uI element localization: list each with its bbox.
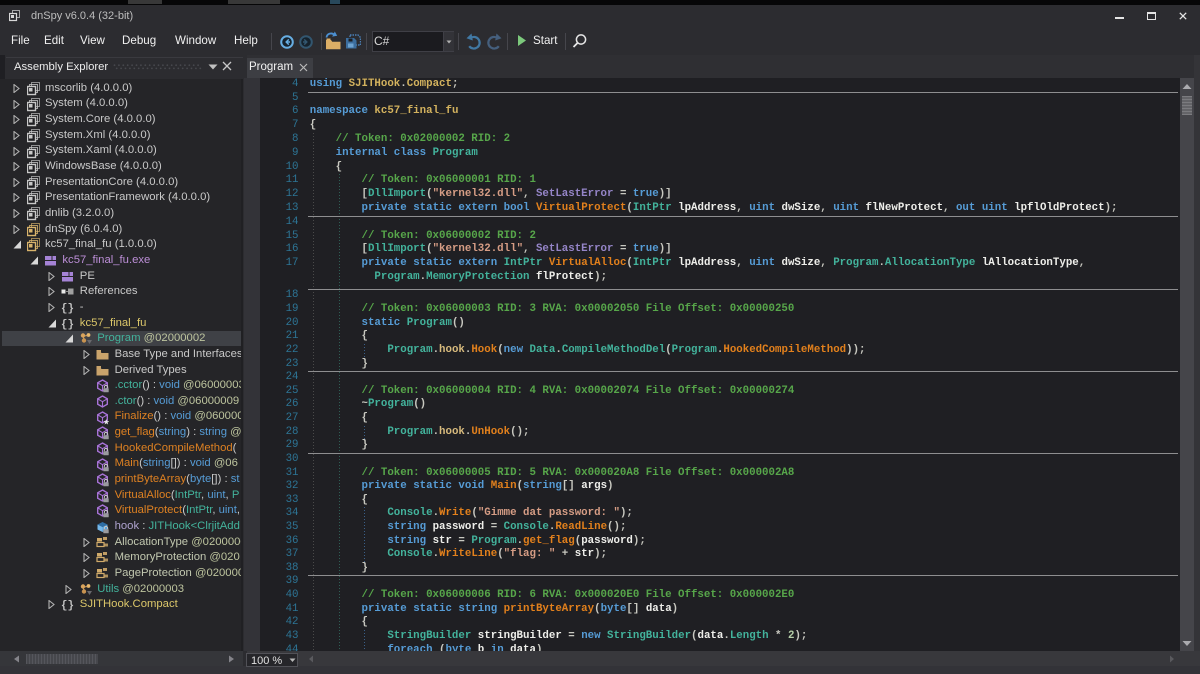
svg-text:{}: {}: [61, 600, 74, 612]
svg-text:{}: {}: [61, 303, 74, 315]
svg-text:{}: {}: [61, 319, 74, 331]
svg-text:★: ★: [103, 417, 109, 425]
